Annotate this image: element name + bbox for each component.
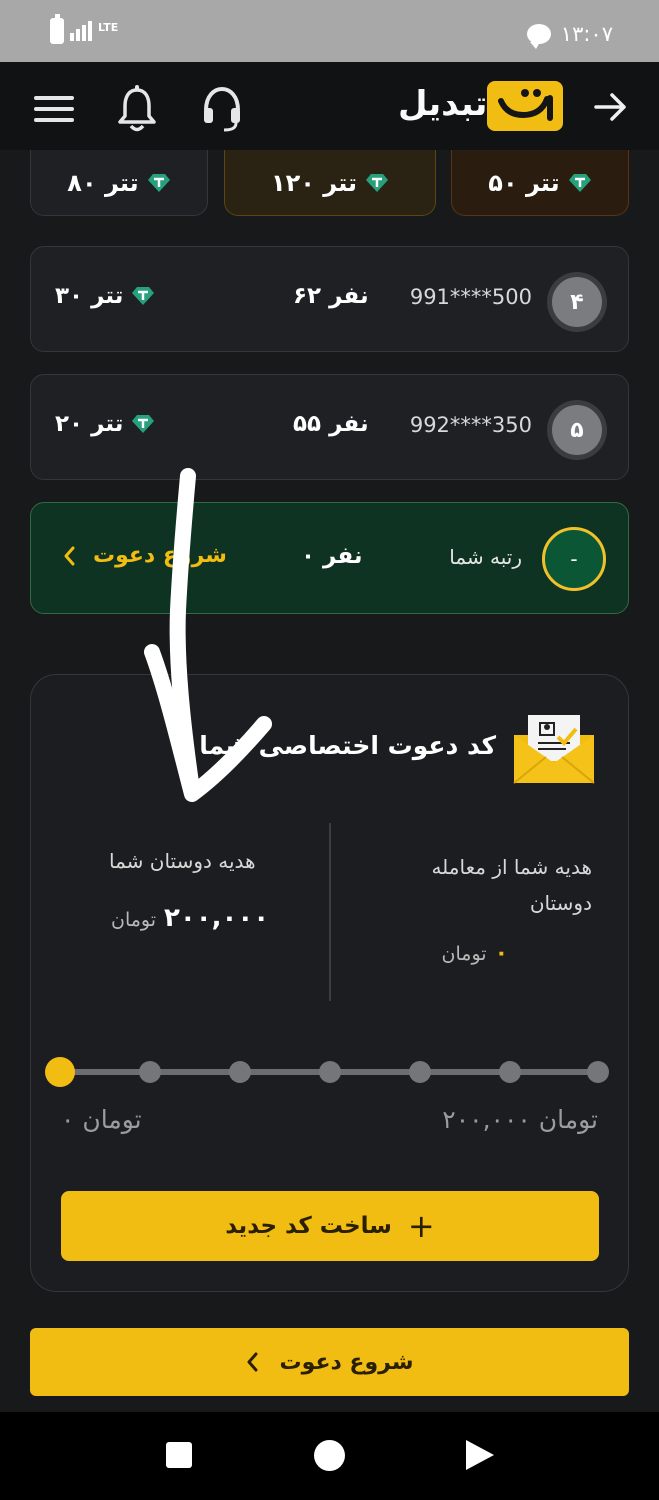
rank-badge: ۵ xyxy=(552,405,602,455)
plus-icon: + xyxy=(407,1207,435,1245)
signal-icon xyxy=(70,21,92,41)
invite-code-title: کد دعوت اختصاصی شما xyxy=(199,731,496,760)
rank-reward: ۲۰ تتر xyxy=(55,411,155,437)
my-rank-count: ۰ نفر xyxy=(301,543,363,569)
tether-icon xyxy=(132,415,155,433)
friends-gift-amount: ۲۰۰,۰۰۰ xyxy=(164,903,270,933)
recent-apps-icon[interactable] xyxy=(166,1442,192,1468)
chevron-left-icon xyxy=(247,1352,258,1372)
friends-gift-label: هدیه دوستان شما xyxy=(109,849,256,873)
arrow-right-icon[interactable] xyxy=(594,92,628,122)
headset-icon[interactable] xyxy=(200,84,244,132)
rank-count: ۵۵ نفر xyxy=(293,411,369,437)
back-icon[interactable] xyxy=(466,1440,494,1470)
envelope-icon xyxy=(513,715,595,784)
menu-icon[interactable] xyxy=(34,96,74,122)
home-icon[interactable] xyxy=(314,1440,345,1471)
prize-card-first: ۱۲۰ تتر xyxy=(224,150,436,216)
tether-icon xyxy=(132,287,155,305)
my-rank-badge: - xyxy=(542,527,606,591)
bell-icon[interactable] xyxy=(116,84,158,134)
status-bar: LTE ۱۳:۰۷ xyxy=(0,0,659,62)
your-gift-amount: ۰ xyxy=(494,941,508,966)
tether-icon xyxy=(147,173,170,192)
create-new-code-label: ساخت کد جدید xyxy=(225,1213,392,1239)
rank-badge: ۴ xyxy=(552,277,602,327)
prize-label: ۱۲۰ تتر xyxy=(270,168,358,197)
friends-gift-value: تومان ۲۰۰,۰۰۰ xyxy=(111,903,269,933)
brand-logo-icon xyxy=(487,81,563,131)
gift-slider-step[interactable] xyxy=(319,1061,341,1083)
gift-slider-handle[interactable] xyxy=(45,1057,75,1087)
my-rank-label: رتبه شما xyxy=(449,545,522,569)
friends-gift-unit: تومان xyxy=(111,909,157,931)
gift-slider-step[interactable] xyxy=(587,1061,609,1083)
rank-row: ۵ 992****350 ۵۵ نفر ۲۰ تتر xyxy=(30,374,629,480)
rank-row: ۴ 991****500 ۶۲ نفر ۳۰ تتر xyxy=(30,246,629,352)
slider-min-label: ۰ تومان xyxy=(61,1105,142,1134)
status-time: ۱۳:۰۷ xyxy=(560,22,613,46)
rank-phone: 992****350 xyxy=(409,413,532,437)
start-invite-button[interactable]: شروع دعوت xyxy=(30,1328,629,1396)
prize-card-second: ۵۰ تتر xyxy=(451,150,629,216)
start-invite-link[interactable]: شروع دعوت xyxy=(63,543,227,568)
app-header: تبدیل xyxy=(0,62,659,150)
brand-name: تبدیل xyxy=(398,84,488,124)
prize-card-third: ۸۰ تتر xyxy=(30,150,208,216)
battery-icon xyxy=(50,14,64,44)
chevron-left-icon xyxy=(64,546,75,565)
system-nav-bar xyxy=(0,1412,659,1500)
message-notification-icon xyxy=(526,24,551,49)
start-invite-button-label: شروع دعوت xyxy=(279,1349,414,1375)
rank-reward-text: ۳۰ تتر xyxy=(55,283,124,309)
network-type: LTE xyxy=(98,20,119,34)
prize-label: ۵۰ تتر xyxy=(488,168,560,197)
gift-slider-step[interactable] xyxy=(229,1061,251,1083)
invite-code-panel: کد دعوت اختصاصی شما هدیه دوستان شما توما… xyxy=(30,674,629,1292)
your-gift-label: هدیه شما از معامله دوستان xyxy=(431,855,592,915)
gift-slider-step[interactable] xyxy=(499,1061,521,1083)
rank-reward: ۳۰ تتر xyxy=(55,283,155,309)
your-gift-unit: تومان xyxy=(441,943,487,965)
your-gift-value: تومان ۰ xyxy=(442,941,508,966)
start-invite-link-label: شروع دعوت xyxy=(93,543,227,568)
rank-phone: 991****500 xyxy=(409,285,532,309)
divider xyxy=(329,823,331,1001)
tether-icon xyxy=(568,173,591,192)
gift-slider-step[interactable] xyxy=(409,1061,431,1083)
rank-count: ۶۲ نفر xyxy=(293,283,369,309)
prize-label: ۸۰ تتر xyxy=(67,168,139,197)
gift-slider-step[interactable] xyxy=(139,1061,161,1083)
create-new-code-button[interactable]: ساخت کد جدید + xyxy=(61,1191,599,1261)
rank-reward-text: ۲۰ تتر xyxy=(55,411,124,437)
tether-icon xyxy=(366,173,389,192)
my-rank-card: - رتبه شما ۰ نفر شروع دعوت xyxy=(30,502,629,614)
slider-max-label: ۲۰۰,۰۰۰ تومان xyxy=(442,1105,598,1134)
